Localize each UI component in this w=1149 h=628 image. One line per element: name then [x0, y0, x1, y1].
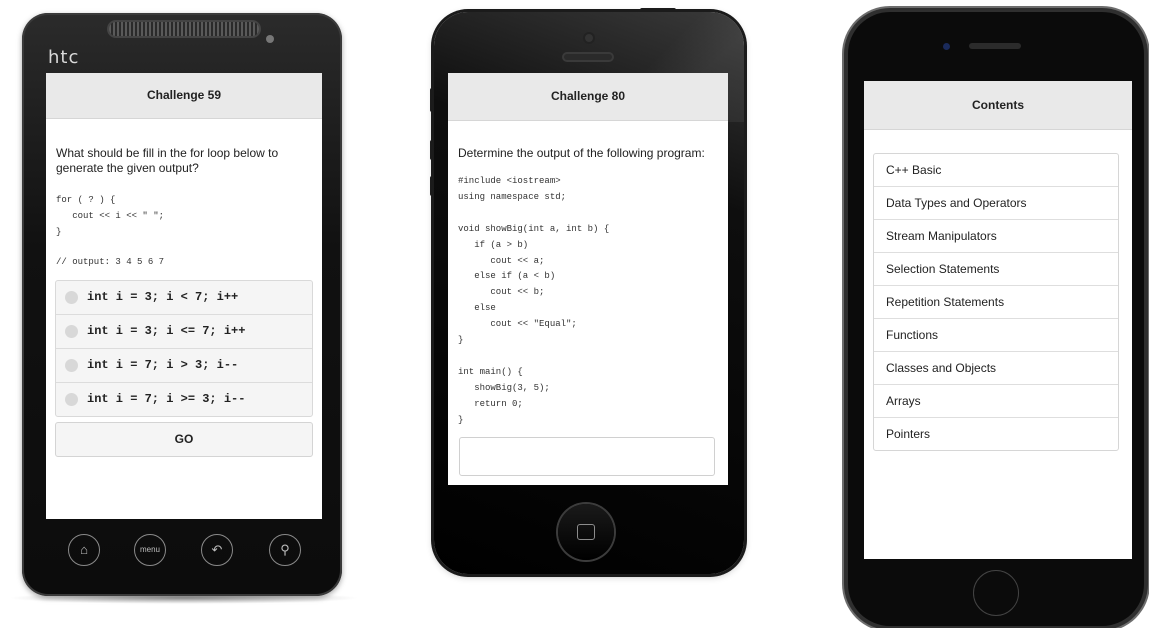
back-icon[interactable]: ↶: [201, 534, 233, 566]
radio-button[interactable]: [65, 393, 78, 406]
code-snippet: for ( ? ) { cout << i << " "; }: [56, 195, 165, 237]
challenge-screen: Challenge 80 Determine the output of the…: [448, 73, 728, 485]
page-title: Challenge 59: [46, 73, 322, 119]
answer-option[interactable]: int i = 7; i > 3; i--: [56, 349, 312, 383]
contents-list: C++ Basic Data Types and Operators Strea…: [873, 153, 1119, 451]
list-item[interactable]: Pointers: [874, 418, 1118, 450]
earpiece: [969, 43, 1021, 49]
page-title: Contents: [864, 81, 1132, 130]
brand-logo: htc: [48, 47, 80, 68]
front-camera: [585, 34, 593, 42]
answer-option-label: int i = 7; i > 3; i--: [87, 358, 239, 372]
radio-button[interactable]: [65, 291, 78, 304]
earpiece: [564, 54, 612, 60]
code-snippet: #include <iostream> using namespace std;…: [458, 176, 610, 425]
list-item[interactable]: Selection Statements: [874, 253, 1118, 286]
home-square-icon: [577, 524, 595, 540]
go-button[interactable]: GO: [55, 422, 313, 457]
volume-up-button: [842, 128, 845, 168]
home-button[interactable]: [973, 570, 1019, 616]
output-comment: // output: 3 4 5 6 7: [56, 257, 165, 267]
list-item[interactable]: Repetition Statements: [874, 286, 1118, 319]
answer-option[interactable]: int i = 3; i < 7; i++: [56, 281, 312, 315]
page-title: Challenge 80: [448, 73, 728, 121]
list-item[interactable]: Functions: [874, 319, 1118, 352]
answer-option[interactable]: int i = 7; i >= 3; i--: [56, 383, 312, 416]
list-item[interactable]: Arrays: [874, 385, 1118, 418]
iphone-frame: Challenge 80 Determine the output of the…: [434, 12, 744, 574]
answer-option-label: int i = 3; i < 7; i++: [87, 290, 239, 304]
android-phone-frame: htc Challenge 59 What should be fill in …: [22, 13, 342, 596]
menu-icon[interactable]: menu: [134, 534, 166, 566]
question-text: Determine the output of the following pr…: [458, 146, 705, 160]
iphone-frame: Contents C++ Basic Data Types and Operat…: [848, 12, 1144, 626]
radio-button[interactable]: [65, 359, 78, 372]
mute-switch: [842, 82, 845, 104]
contents-screen: Contents C++ Basic Data Types and Operat…: [864, 81, 1132, 559]
list-item[interactable]: Stream Manipulators: [874, 220, 1118, 253]
speaker-grille: [109, 22, 259, 36]
question-text: What should be fill in the for loop belo…: [56, 146, 279, 175]
answer-option-label: int i = 3; i <= 7; i++: [87, 324, 246, 338]
list-item[interactable]: Data Types and Operators: [874, 187, 1118, 220]
radio-button[interactable]: [65, 325, 78, 338]
answer-options: int i = 3; i < 7; i++ int i = 3; i <= 7;…: [55, 280, 313, 417]
answer-option[interactable]: int i = 3; i <= 7; i++: [56, 315, 312, 349]
list-item[interactable]: C++ Basic: [874, 154, 1118, 187]
answer-option-label: int i = 7; i >= 3; i--: [87, 392, 246, 406]
volume-down-button: [842, 180, 845, 220]
challenge-screen: Challenge 59 What should be fill in the …: [46, 73, 322, 519]
list-item[interactable]: Classes and Objects: [874, 352, 1118, 385]
front-camera: [943, 43, 950, 50]
search-icon[interactable]: ⚲: [269, 534, 301, 566]
answer-input[interactable]: [459, 437, 715, 476]
front-camera: [266, 35, 274, 43]
home-icon[interactable]: ⌂: [68, 534, 100, 566]
